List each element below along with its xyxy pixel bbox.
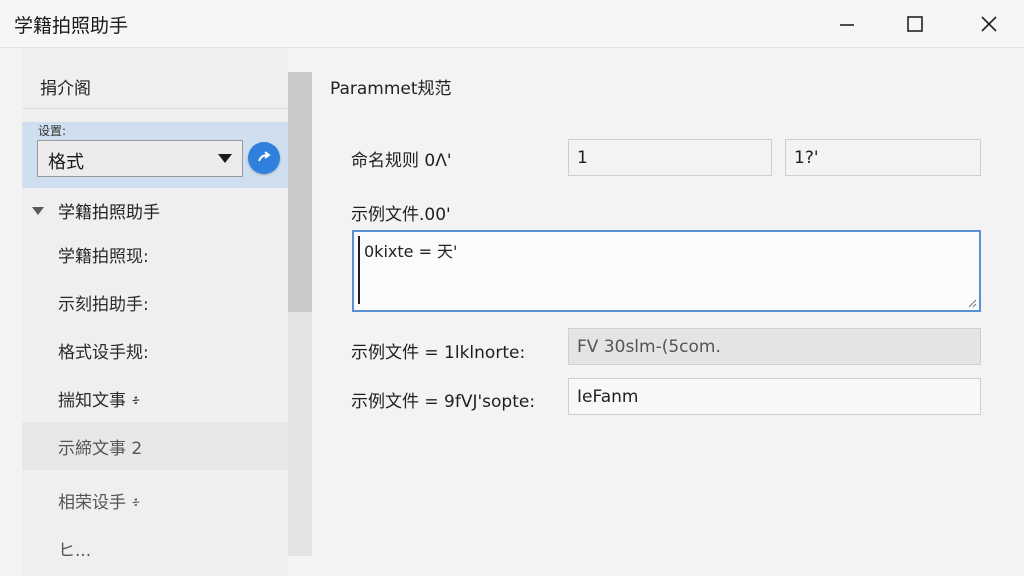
resize-grip-icon[interactable] xyxy=(967,298,977,308)
close-icon xyxy=(981,16,997,32)
tree-root-label: 学籍拍照助手 xyxy=(58,203,160,223)
example-file-label-3: 示例文件 = 9fVJ'sopte: xyxy=(351,392,536,412)
naming-rule-input-2[interactable]: 1?' xyxy=(785,139,981,176)
tree-item[interactable]: 格式设手规: xyxy=(22,326,288,374)
sidebar-scrollbar[interactable] xyxy=(288,72,312,556)
settings-label: 设置: xyxy=(38,124,67,138)
arrow-go-icon xyxy=(258,151,271,162)
maximize-icon xyxy=(907,16,923,32)
sidebar: 捐介阁 设置: 格式 学籍拍照助手 学籍拍照现: 示刻拍助手: 格式设手规: 揣… xyxy=(22,48,288,576)
naming-rule-label: 命名规则 0Λ' xyxy=(351,151,452,171)
example-file-text: 0kixte = 天' xyxy=(364,242,458,261)
close-button[interactable] xyxy=(966,6,1012,42)
example-file-textarea[interactable]: 0kixte = 天' xyxy=(352,230,981,312)
tree-item-label: 格式设手规: xyxy=(58,343,149,363)
format-select[interactable]: 格式 xyxy=(37,140,243,177)
sidebar-divider xyxy=(22,108,288,109)
naming-rule-value-2: 1?' xyxy=(794,148,819,168)
tree-item[interactable]: 揣知文事 ፥ xyxy=(22,374,288,422)
example-file-label: 示例文件.00' xyxy=(351,205,451,225)
tree-item[interactable]: 示刻拍助手: xyxy=(22,278,288,326)
tree-item[interactable]: 学籍拍照现: xyxy=(22,230,288,278)
example-file-value-3: IeFanm xyxy=(577,387,639,407)
expand-caret-icon[interactable] xyxy=(32,207,44,215)
tree-item-label: 学籍拍照现: xyxy=(58,247,149,267)
tree-item[interactable]: ヒ... xyxy=(22,524,288,572)
tree-item-label: ヒ... xyxy=(58,541,92,561)
chevron-down-icon xyxy=(218,154,232,163)
tree-item-label: 示刻拍助手: xyxy=(58,295,149,315)
sidebar-header: 捐介阁 xyxy=(40,79,91,99)
example-file-value-2: FV 30slm-(5com. xyxy=(577,337,721,357)
example-file-input-3[interactable]: IeFanm xyxy=(568,378,981,415)
tree-root[interactable]: 学籍拍照助手 xyxy=(22,194,288,226)
go-button[interactable] xyxy=(248,142,280,174)
text-cursor xyxy=(358,236,360,304)
minimize-icon xyxy=(840,24,854,26)
tree-item-label: 揣知文事 ፥ xyxy=(58,391,141,411)
panel-title: Parammet规范 xyxy=(330,79,452,99)
window-title: 学籍拍照助手 xyxy=(14,15,129,37)
naming-rule-value-1: 1 xyxy=(577,148,588,168)
naming-rule-input-1[interactable]: 1 xyxy=(568,139,772,176)
minimize-button[interactable] xyxy=(824,6,870,42)
maximize-button[interactable] xyxy=(892,6,938,42)
settings-block: 设置: 格式 xyxy=(22,122,288,188)
tree-item-selected[interactable]: 示締文事 2 xyxy=(22,422,288,470)
example-file-label-2: 示例文件 = 1lklnorte: xyxy=(351,343,526,363)
example-file-input-disabled: FV 30slm-(5com. xyxy=(568,328,981,365)
title-bar: 学籍拍照助手 xyxy=(0,0,1024,48)
format-select-value: 格式 xyxy=(48,152,84,173)
tree-item[interactable]: 相荣设手 ፥ xyxy=(22,476,288,524)
scroll-thumb[interactable] xyxy=(288,72,312,312)
tree-item-label: 相荣设手 ፥ xyxy=(58,493,141,513)
tree-item-label: 示締文事 2 xyxy=(58,439,143,459)
